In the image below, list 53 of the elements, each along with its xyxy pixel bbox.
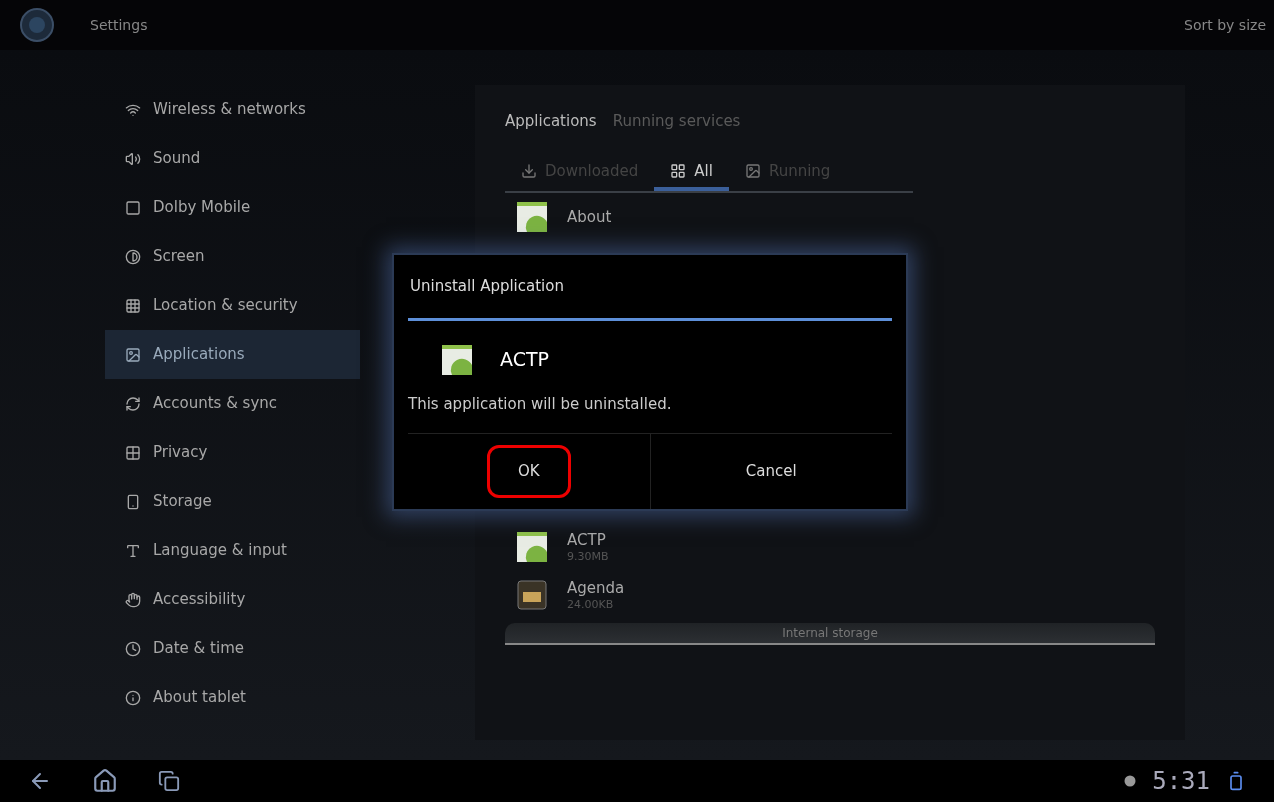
sidebar-item-icon xyxy=(125,297,141,314)
sidebar-item[interactable]: Sound xyxy=(105,134,360,183)
dialog-message: This application will be uninstalled. xyxy=(408,393,673,415)
sidebar-item[interactable]: Language & input xyxy=(105,526,360,575)
sidebar-item-icon xyxy=(125,395,141,412)
tab-icon xyxy=(744,163,761,179)
header-tab[interactable]: Applications xyxy=(505,109,597,133)
dialog-button[interactable]: OK xyxy=(486,445,571,498)
dialog-title: Uninstall Application xyxy=(410,276,565,297)
sidebar-item[interactable]: Storage xyxy=(105,477,360,526)
clock-time: 5:31 xyxy=(1152,766,1210,797)
sort-by-size-button[interactable]: Sort by size xyxy=(1184,14,1266,36)
sidebar-item-icon xyxy=(125,493,141,510)
sidebar-item[interactable]: Privacy xyxy=(105,428,360,477)
sidebar-item[interactable]: Wireless & networks xyxy=(105,85,360,134)
app-name: Agenda xyxy=(567,578,625,598)
sidebar-item-icon xyxy=(125,542,141,559)
filter-tab[interactable]: All xyxy=(654,155,729,191)
android-app-icon xyxy=(517,532,547,562)
sidebar-item[interactable]: Accessibility xyxy=(105,575,360,624)
app-name: ACTP xyxy=(567,530,607,550)
tab-icon xyxy=(521,163,537,179)
app-list-item[interactable]: About xyxy=(505,193,1155,241)
sidebar-item[interactable]: Date & time xyxy=(105,624,360,673)
dialog-button[interactable]: Cancel xyxy=(714,445,828,498)
app-size: 9.30MB xyxy=(567,549,609,564)
sidebar-item-icon xyxy=(125,150,141,167)
tab-icon xyxy=(670,163,687,179)
sidebar-item-icon xyxy=(125,444,141,461)
app-list-item[interactable]: Agenda 24.00KB xyxy=(505,571,1155,619)
sidebar-item-icon xyxy=(125,346,141,363)
app-list-item[interactable]: ACTP 9.30MB xyxy=(505,523,1155,571)
sidebar-item-icon xyxy=(125,248,141,265)
action-bar-title: Settings xyxy=(90,15,148,35)
storage-label: Internal storage xyxy=(782,625,878,642)
sidebar-item[interactable]: About tablet xyxy=(105,673,360,722)
app-name: About xyxy=(567,207,612,227)
android-app-icon xyxy=(442,344,472,375)
app-size: 24.00KB xyxy=(567,597,615,612)
home-icon[interactable] xyxy=(92,768,118,794)
calendar-icon xyxy=(517,580,547,610)
android-app-icon xyxy=(517,202,547,232)
sidebar-item-icon xyxy=(125,199,141,216)
sidebar-item[interactable]: Dolby Mobile xyxy=(105,183,360,232)
sidebar-item[interactable]: Location & security xyxy=(105,281,360,330)
dialog-app-name: ACTP xyxy=(500,347,549,373)
sidebar-item[interactable]: Applications xyxy=(105,330,360,379)
sidebar-item[interactable]: Accounts & sync xyxy=(105,379,360,428)
sidebar-item-icon xyxy=(125,640,141,657)
sidebar-item-icon xyxy=(125,591,141,608)
sidebar-item-icon xyxy=(125,689,141,706)
recent-apps-icon[interactable] xyxy=(158,770,180,792)
sidebar-item[interactable]: Screen xyxy=(105,232,360,281)
